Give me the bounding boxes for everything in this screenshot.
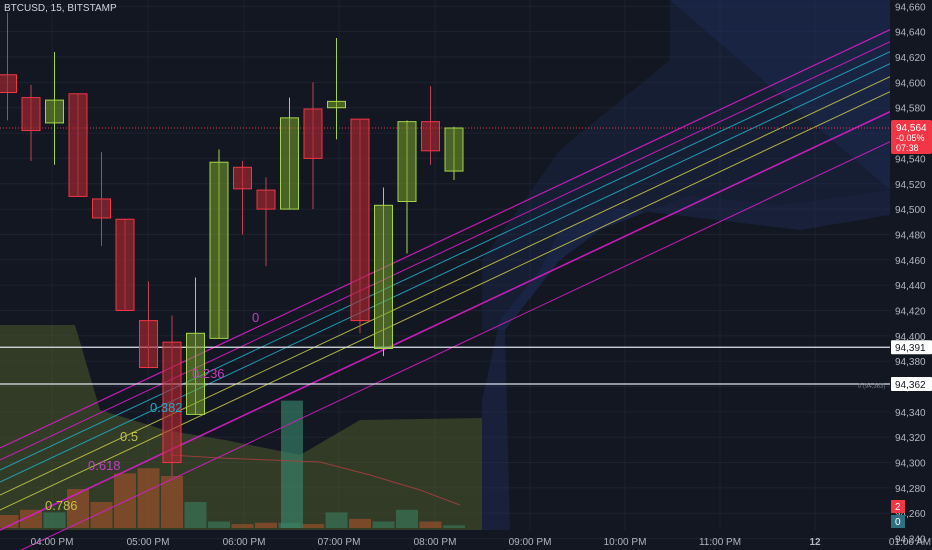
candle-body (233, 166, 252, 190)
volume-bar (349, 518, 371, 528)
candle-body (68, 93, 88, 197)
volume-bar (443, 525, 465, 528)
candle-body (280, 117, 299, 210)
volume-bar (184, 502, 207, 528)
time-tick-label: 10:00 PM (604, 537, 647, 548)
candle-body (45, 99, 64, 124)
price-tick-label: 94,480 (895, 230, 926, 241)
volume-bar (43, 512, 66, 528)
candle-body (115, 218, 135, 311)
time-tick-label: 08:00 PM (414, 537, 457, 548)
time-tick-label: 07:00 PM (318, 537, 361, 548)
price-tick-label: 94,340 (895, 408, 926, 419)
price-tick-label: 94,460 (895, 256, 926, 267)
time-tick-label: 04:00 PM (31, 537, 74, 548)
candle-body (374, 204, 393, 350)
time-tick-label: 11:00 PM (699, 537, 741, 548)
price-tick-label: 94,640 (895, 28, 926, 39)
level-price-label: 94,391 (895, 343, 926, 354)
time-tick-label: 01:00 AM (889, 537, 931, 548)
volume-bar (302, 524, 324, 528)
price-tick-label: 94,660 (895, 2, 926, 13)
volume-bar (90, 502, 113, 528)
candle-body (139, 320, 158, 369)
volume-bar (161, 476, 183, 528)
volume-bar-peak (281, 400, 303, 528)
volume-bar (372, 521, 395, 528)
time-tick-label: 05:00 PM (127, 537, 170, 548)
fib-level-label: 0.382 (150, 400, 183, 415)
price-tick-label: 94,280 (895, 484, 926, 495)
candle-body (0, 74, 17, 94)
candle-body (444, 127, 464, 172)
candle-body (327, 100, 346, 109)
price-tick-label: 94,520 (895, 180, 926, 191)
candle-body (397, 121, 417, 202)
volume-bar (325, 512, 348, 528)
volume-bar (137, 468, 160, 528)
volume-bar (396, 509, 418, 528)
candle-countdown: 07:38 (896, 143, 919, 153)
volume-bar (208, 521, 230, 528)
candle-body (303, 108, 323, 159)
price-tick-label: 94,540 (895, 154, 926, 165)
side-badge-teal-label: 0 (895, 517, 901, 528)
candle-body (421, 121, 440, 152)
price-tick-label: 94,300 (895, 459, 926, 470)
fib-level-label: 0.5 (120, 429, 138, 444)
level-note: 0 (94,363) (858, 384, 885, 390)
candle-body (256, 189, 276, 210)
price-tick-label: 94,420 (895, 306, 926, 317)
time-tick-label: 12 (809, 537, 821, 548)
volume-bar (255, 522, 277, 528)
price-chart[interactable]: 0 0.236 0.382 0.5 0.618 0.786 94,660 94,640 94,… (0, 0, 932, 550)
candle-body (21, 97, 41, 132)
time-tick-label: 09:00 PM (509, 537, 552, 548)
fib-level-label: 0.618 (88, 458, 121, 473)
fib-level-label: 0.786 (45, 498, 78, 513)
fib-level-label: 0.236 (192, 366, 225, 381)
price-tick-label: 94,620 (895, 53, 926, 64)
candle-body (209, 161, 229, 339)
price-tick-label: 94,380 (895, 357, 926, 368)
symbol-title[interactable]: BTCUSD, 15, BITSTAMP (4, 3, 117, 14)
fib-level-label: 0 (252, 310, 259, 325)
current-price-change: -0.05% (896, 133, 925, 143)
price-tick-label: 94,600 (895, 78, 926, 89)
candle-body (350, 118, 370, 322)
volume-bar (419, 521, 442, 528)
price-tick-label: 94,320 (895, 433, 926, 444)
price-axis[interactable]: 94,66094,64094,62094,60094,58094,56094,5… (890, 0, 932, 550)
level-price-label: 94,362 (895, 380, 926, 391)
candle-body (92, 198, 111, 219)
price-tick-label: 94,440 (895, 281, 926, 292)
volume-bar (231, 524, 254, 528)
time-tick-label: 06:00 PM (223, 537, 266, 548)
price-tick-label: 94,580 (895, 104, 926, 115)
price-tick-label: 94,500 (895, 205, 926, 216)
side-badge-red-label: 2 (895, 502, 901, 513)
